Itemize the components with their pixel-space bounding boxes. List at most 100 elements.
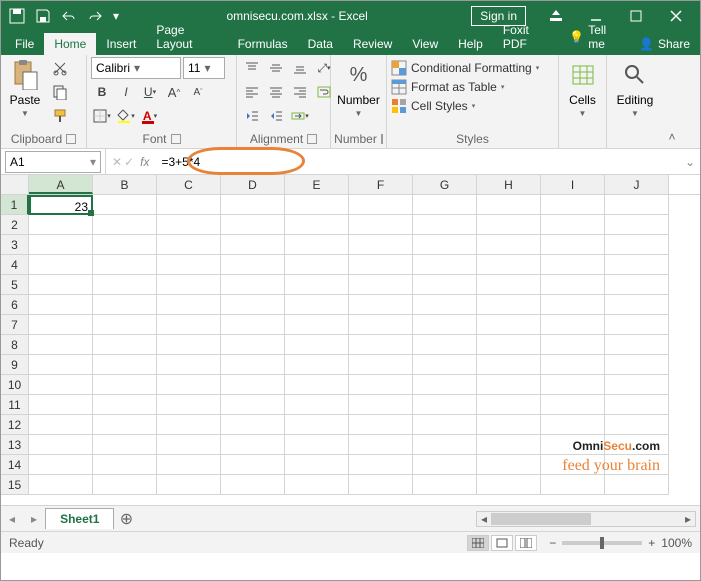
- cell[interactable]: [221, 275, 285, 295]
- cell[interactable]: [477, 455, 541, 475]
- align-left-button[interactable]: [241, 81, 263, 103]
- normal-view-button[interactable]: [467, 535, 489, 551]
- cell[interactable]: [285, 415, 349, 435]
- tab-file[interactable]: File: [5, 33, 44, 55]
- save-icon[interactable]: [31, 4, 55, 28]
- expand-formula-bar-button[interactable]: ⌄: [680, 155, 700, 169]
- zoom-slider[interactable]: [562, 541, 642, 545]
- row-header[interactable]: 10: [1, 375, 29, 395]
- cell[interactable]: [285, 235, 349, 255]
- cell[interactable]: [605, 455, 669, 475]
- cell[interactable]: [541, 475, 605, 495]
- format-painter-button[interactable]: [49, 105, 71, 127]
- tab-data[interactable]: Data: [298, 33, 343, 55]
- cell[interactable]: [413, 335, 477, 355]
- underline-button[interactable]: U▾: [139, 81, 161, 103]
- cell[interactable]: [221, 235, 285, 255]
- cell[interactable]: [541, 235, 605, 255]
- row-header[interactable]: 15: [1, 475, 29, 495]
- scroll-right-button[interactable]: ▸: [681, 512, 695, 526]
- cell[interactable]: [477, 375, 541, 395]
- font-color-button[interactable]: A▾: [139, 105, 161, 127]
- cell[interactable]: [285, 355, 349, 375]
- collapse-ribbon-button[interactable]: ˄: [663, 55, 681, 148]
- bold-button[interactable]: B: [91, 81, 113, 103]
- cell[interactable]: [349, 455, 413, 475]
- cell[interactable]: [29, 455, 93, 475]
- page-break-view-button[interactable]: [515, 535, 537, 551]
- cell[interactable]: [349, 335, 413, 355]
- number-dialog-launcher[interactable]: [381, 134, 383, 144]
- cell[interactable]: [541, 435, 605, 455]
- cell[interactable]: [93, 315, 157, 335]
- cell[interactable]: [157, 215, 221, 235]
- cell[interactable]: [541, 295, 605, 315]
- zoom-out-button[interactable]: −: [549, 536, 556, 550]
- cell[interactable]: [477, 355, 541, 375]
- cell[interactable]: [413, 255, 477, 275]
- zoom-in-button[interactable]: +: [648, 536, 655, 550]
- cell[interactable]: [413, 195, 477, 215]
- scroll-left-button[interactable]: ◂: [477, 512, 491, 526]
- cell[interactable]: [157, 235, 221, 255]
- cell[interactable]: [349, 195, 413, 215]
- cell[interactable]: [413, 375, 477, 395]
- sheet-nav-next[interactable]: ▸: [23, 512, 45, 526]
- cell[interactable]: [285, 275, 349, 295]
- alignment-dialog-launcher[interactable]: [307, 134, 317, 144]
- cell[interactable]: [221, 315, 285, 335]
- cell[interactable]: [29, 355, 93, 375]
- row-header[interactable]: 11: [1, 395, 29, 415]
- column-header[interactable]: H: [477, 175, 541, 194]
- column-header[interactable]: B: [93, 175, 157, 194]
- cell[interactable]: [221, 195, 285, 215]
- cell[interactable]: [29, 275, 93, 295]
- paste-button[interactable]: Paste ▼: [5, 57, 45, 120]
- cell[interactable]: [477, 255, 541, 275]
- cell[interactable]: [29, 435, 93, 455]
- fx-icon[interactable]: fx: [140, 155, 149, 169]
- new-sheet-button[interactable]: ⊕: [114, 509, 138, 529]
- page-layout-view-button[interactable]: [491, 535, 513, 551]
- clipboard-dialog-launcher[interactable]: [66, 134, 76, 144]
- format-as-table-button[interactable]: Format as Table▾: [391, 78, 539, 96]
- cell[interactable]: [477, 415, 541, 435]
- align-center-button[interactable]: [265, 81, 287, 103]
- cell[interactable]: [93, 335, 157, 355]
- cell[interactable]: [349, 415, 413, 435]
- cell[interactable]: [93, 375, 157, 395]
- cell[interactable]: [29, 335, 93, 355]
- cell[interactable]: [93, 355, 157, 375]
- cell[interactable]: [29, 415, 93, 435]
- cell[interactable]: [349, 355, 413, 375]
- cell[interactable]: [157, 455, 221, 475]
- cell[interactable]: [605, 335, 669, 355]
- cell[interactable]: [605, 295, 669, 315]
- cell[interactable]: [413, 295, 477, 315]
- cell[interactable]: [413, 215, 477, 235]
- row-header[interactable]: 5: [1, 275, 29, 295]
- cell[interactable]: [541, 395, 605, 415]
- cell[interactable]: [285, 375, 349, 395]
- cell[interactable]: [29, 215, 93, 235]
- sheet-tab[interactable]: Sheet1: [45, 508, 114, 529]
- cell[interactable]: [349, 215, 413, 235]
- cell[interactable]: [541, 455, 605, 475]
- cell[interactable]: [605, 215, 669, 235]
- cell[interactable]: [605, 395, 669, 415]
- cell[interactable]: [349, 315, 413, 335]
- cell[interactable]: [413, 455, 477, 475]
- cell[interactable]: [157, 275, 221, 295]
- tab-page-layout[interactable]: Page Layout: [146, 19, 227, 55]
- redo-icon[interactable]: [83, 4, 107, 28]
- cancel-formula-button[interactable]: ✕: [112, 155, 122, 169]
- cell[interactable]: [157, 335, 221, 355]
- qat-customize-icon[interactable]: ▾: [109, 4, 123, 28]
- row-header[interactable]: 13: [1, 435, 29, 455]
- cell[interactable]: [477, 435, 541, 455]
- cell[interactable]: [541, 255, 605, 275]
- cells-button[interactable]: Cells ▼: [563, 57, 603, 120]
- cell[interactable]: [157, 375, 221, 395]
- cell[interactable]: [93, 235, 157, 255]
- cell[interactable]: [93, 395, 157, 415]
